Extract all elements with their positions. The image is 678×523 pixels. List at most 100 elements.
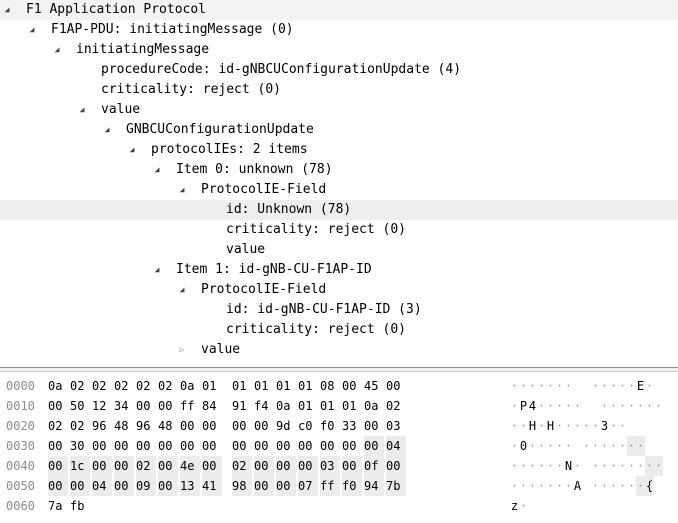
tree-row[interactable]: criticality: reject (0) — [0, 80, 678, 100]
ascii-char[interactable]: E — [636, 376, 645, 396]
ascii-char[interactable]: · — [510, 376, 519, 396]
hex-byte[interactable]: 00 — [48, 396, 68, 416]
ascii-char[interactable]: · — [519, 376, 528, 396]
hex-byte[interactable]: 0a — [48, 376, 68, 396]
hex-row[interactable]: 0000 0a 02 02 02 02 02 0a 01 01 01 01 01 08 00 45 00 · · · ·… — [0, 376, 678, 396]
hex-byte[interactable]: 01 — [320, 396, 340, 416]
hex-row[interactable]: 0010 00 50 12 34 00 00 ff 84 91 f4 0a 01 01 01 0a 02 · P 4 ·… — [0, 396, 678, 416]
hex-row[interactable]: 0050 00 00 04 00 09 00 13 41 98 00 00 07 ff f0 94 7b · · · ·… — [0, 476, 678, 496]
hex-byte[interactable]: 01 — [342, 396, 362, 416]
hex-byte[interactable]: 00 — [342, 436, 362, 456]
hex-byte[interactable]: 04 — [92, 476, 112, 496]
hex-byte[interactable]: 02 — [70, 416, 90, 436]
tree-row[interactable]: id: id-gNB-CU-F1AP-ID (3) — [0, 300, 678, 320]
tree-row[interactable]: ◢ Item 0: unknown (78) — [0, 160, 678, 180]
ascii-char[interactable]: · — [510, 456, 519, 476]
ascii-char[interactable]: · — [555, 436, 564, 456]
hex-byte[interactable]: 02 — [136, 376, 156, 396]
ascii-char[interactable]: · — [654, 456, 663, 476]
hex-byte[interactable]: 09 — [136, 476, 156, 496]
hex-byte[interactable]: 00 — [202, 416, 222, 436]
ascii-char[interactable]: · — [564, 416, 573, 436]
tree-row[interactable]: id: Unknown (78) — [0, 200, 678, 220]
tree-row[interactable]: ◢ ProtocolIE-Field — [0, 180, 678, 200]
hex-byte[interactable]: 00 — [254, 456, 274, 476]
collapse-triangle-icon[interactable]: ◢ — [177, 280, 187, 300]
tree-row[interactable]: ▷ value — [0, 340, 678, 360]
ascii-char[interactable]: · — [573, 456, 582, 476]
hex-byte[interactable]: 00 — [202, 436, 222, 456]
ascii-char[interactable]: · — [573, 396, 582, 416]
hex-byte[interactable]: 00 — [158, 396, 178, 416]
hex-byte[interactable]: 50 — [70, 396, 90, 416]
hex-byte[interactable]: ff — [320, 476, 340, 496]
collapse-triangle-icon[interactable]: ◢ — [102, 120, 112, 140]
hex-byte[interactable]: 00 — [386, 376, 406, 396]
hex-byte[interactable]: 41 — [202, 476, 222, 496]
ascii-char[interactable]: · — [510, 396, 519, 416]
collapse-triangle-icon[interactable]: ◢ — [2, 0, 12, 20]
ascii-char[interactable]: · — [519, 496, 528, 516]
hex-byte[interactable]: 01 — [202, 376, 222, 396]
ascii-char[interactable]: 3 — [600, 416, 609, 436]
ascii-char[interactable]: · — [537, 396, 546, 416]
hex-byte[interactable]: 00 — [254, 436, 274, 456]
tree-row[interactable]: ◢ GNBCUConfigurationUpdate — [0, 120, 678, 140]
ascii-char[interactable]: · — [618, 396, 627, 416]
ascii-char[interactable]: · — [618, 376, 627, 396]
tree-row[interactable]: ◢ protocolIEs: 2 items — [0, 140, 678, 160]
hex-byte[interactable]: 00 — [276, 436, 296, 456]
ascii-char[interactable]: 0 — [519, 436, 528, 456]
ascii-char[interactable]: · — [591, 456, 600, 476]
tree-row[interactable]: ◢ F1 Application Protocol — [0, 0, 678, 20]
hex-row[interactable]: 0060 7a fb z · — [0, 496, 678, 516]
hex-byte[interactable]: 00 — [136, 436, 156, 456]
ascii-char[interactable]: · — [609, 376, 618, 396]
hex-byte[interactable]: 0a — [364, 396, 384, 416]
ascii-char[interactable]: · — [627, 396, 636, 416]
ascii-char[interactable]: · — [618, 416, 627, 436]
ascii-char[interactable]: · — [645, 456, 654, 476]
ascii-char[interactable]: · — [537, 376, 546, 396]
ascii-char[interactable]: · — [582, 416, 591, 436]
ascii-char[interactable]: · — [609, 476, 618, 496]
hex-byte[interactable]: 9d — [276, 416, 296, 436]
collapse-triangle-icon[interactable]: ◢ — [177, 180, 187, 200]
ascii-char[interactable]: · — [636, 396, 645, 416]
ascii-char[interactable]: · — [537, 456, 546, 476]
hex-byte[interactable]: 48 — [114, 416, 134, 436]
ascii-char[interactable]: · — [591, 376, 600, 396]
hex-byte[interactable]: ff — [180, 396, 200, 416]
ascii-char[interactable]: · — [600, 456, 609, 476]
ascii-char[interactable]: · — [528, 456, 537, 476]
hex-byte[interactable]: 12 — [92, 396, 112, 416]
collapse-triangle-icon[interactable]: ◢ — [152, 260, 162, 280]
hex-byte[interactable]: 01 — [298, 396, 318, 416]
tree-row[interactable]: ◢ Item 1: id-gNB-CU-F1AP-ID — [0, 260, 678, 280]
hex-row[interactable]: 0040 00 1c 00 00 02 00 4e 00 02 00 00 00 03 00 0f 00 · · · ·… — [0, 456, 678, 476]
tree-row[interactable]: criticality: reject (0) — [0, 220, 678, 240]
ascii-char[interactable]: · — [600, 436, 609, 456]
hex-byte[interactable]: 00 — [276, 476, 296, 496]
ascii-char[interactable]: H — [528, 416, 537, 436]
ascii-char[interactable]: · — [609, 396, 618, 416]
hex-byte[interactable]: 04 — [386, 436, 406, 456]
ascii-char[interactable]: { — [645, 476, 654, 496]
hex-byte[interactable]: 00 — [320, 436, 340, 456]
ascii-char[interactable]: · — [627, 456, 636, 476]
hex-byte[interactable]: fb — [70, 496, 90, 516]
ascii-char[interactable]: · — [546, 376, 555, 396]
hex-byte[interactable]: 02 — [70, 376, 90, 396]
hex-byte[interactable]: 00 — [70, 476, 90, 496]
ascii-char[interactable]: · — [564, 376, 573, 396]
ascii-char[interactable]: · — [654, 396, 663, 416]
ascii-char[interactable]: · — [519, 456, 528, 476]
ascii-char[interactable]: · — [528, 476, 537, 496]
ascii-char[interactable]: · — [609, 456, 618, 476]
collapse-triangle-icon[interactable]: ◢ — [77, 100, 87, 120]
ascii-char[interactable]: · — [636, 436, 645, 456]
ascii-char[interactable]: · — [609, 416, 618, 436]
hex-byte[interactable]: 0a — [180, 376, 200, 396]
hex-byte[interactable]: 01 — [276, 376, 296, 396]
hex-byte[interactable]: 30 — [70, 436, 90, 456]
